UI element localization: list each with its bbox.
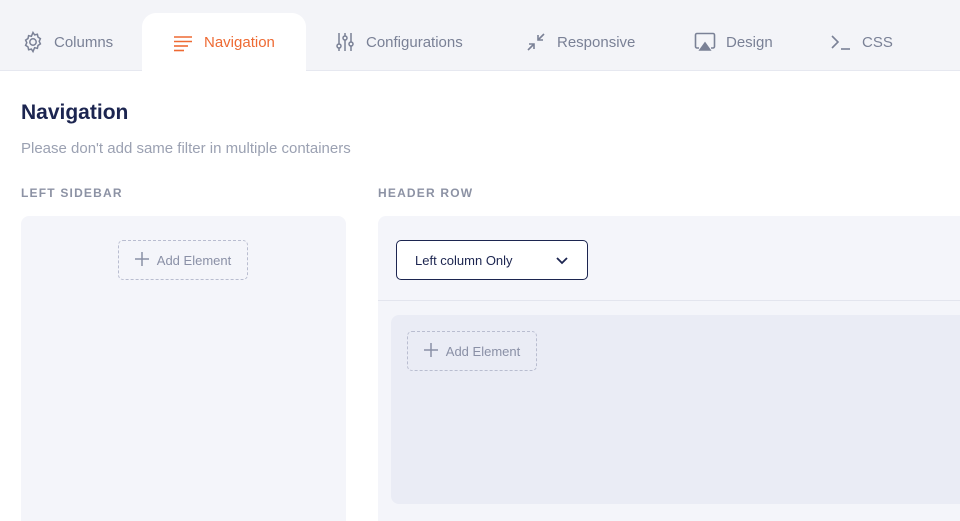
page-subtitle: Please don't add same filter in multiple… (21, 140, 351, 157)
plus-icon (423, 341, 438, 361)
tab-bar: Columns Navigation Configurations Respon… (0, 0, 960, 72)
menu-lines-icon (171, 31, 195, 55)
page-title: Navigation (21, 101, 129, 124)
left-sidebar-panel: Add Element (21, 216, 346, 521)
tab-responsive[interactable]: Responsive (524, 13, 635, 71)
left-sidebar-add-element-button[interactable]: Add Element (118, 240, 248, 280)
tab-design[interactable]: Design (693, 13, 773, 71)
tab-columns-label: Columns (54, 33, 114, 51)
header-row-add-element-button[interactable]: Add Element (407, 331, 537, 371)
gear-icon (21, 30, 45, 54)
plus-icon (134, 250, 149, 270)
header-row-label: HEADER ROW (378, 186, 474, 200)
tab-columns[interactable]: Columns (21, 13, 113, 71)
header-row-divider (378, 300, 960, 301)
column-layout-select-value: Left column Only (415, 252, 513, 268)
add-element-label: Add Element (445, 343, 521, 359)
sliders-icon (333, 30, 357, 54)
column-layout-select[interactable]: Left column Only (396, 240, 588, 280)
add-element-label: Add Element (156, 252, 232, 268)
terminal-prompt-icon (829, 30, 853, 54)
screen-cast-icon (693, 30, 717, 54)
tab-css-label: CSS (862, 33, 893, 51)
collapse-arrows-icon (524, 30, 548, 54)
tab-configurations-label: Configurations (366, 33, 463, 51)
tab-design-label: Design (726, 33, 773, 51)
left-sidebar-label: LEFT SIDEBAR (21, 186, 123, 200)
tab-navigation-label: Navigation (204, 34, 275, 51)
tab-navigation[interactable]: Navigation (142, 13, 306, 72)
tab-responsive-label: Responsive (557, 33, 636, 51)
header-row-panel: Left column Only Add Element (378, 216, 960, 521)
header-row-drop-zone: Add Element (391, 315, 960, 504)
chevron-down-icon (555, 254, 569, 271)
tab-configurations[interactable]: Configurations (333, 13, 463, 71)
tab-css[interactable]: CSS (829, 13, 893, 71)
